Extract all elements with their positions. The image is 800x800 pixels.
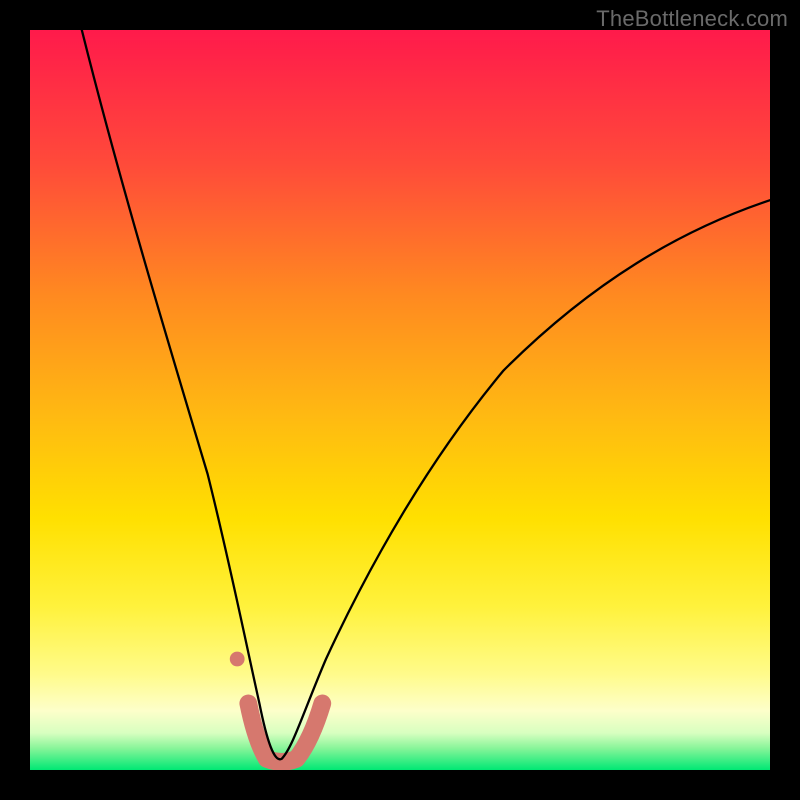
chart-frame: TheBottleneck.com <box>0 0 800 800</box>
bottleneck-curve <box>82 30 770 759</box>
plot-area <box>30 30 770 770</box>
highlight-dot-left <box>230 652 245 667</box>
curve-layer <box>30 30 770 770</box>
watermark-text: TheBottleneck.com <box>596 6 788 32</box>
